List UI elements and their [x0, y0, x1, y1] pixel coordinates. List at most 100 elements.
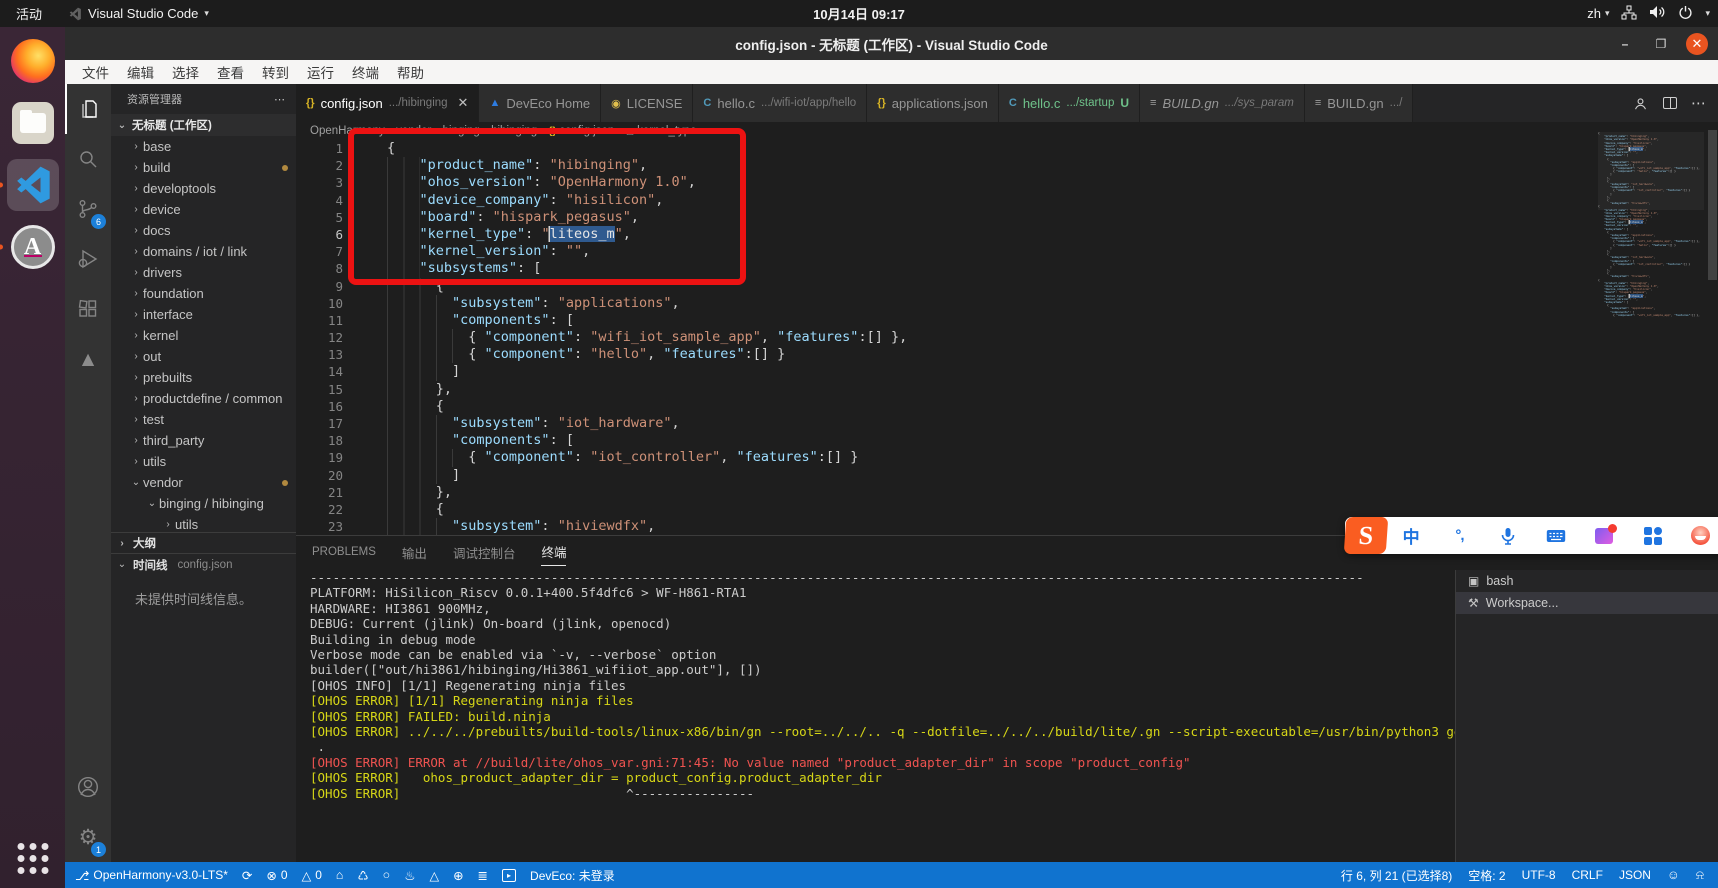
- status-notifications[interactable]: ⍾: [1696, 868, 1704, 883]
- menu-3[interactable]: 查看: [208, 60, 253, 84]
- editor[interactable]: OpenHarmony›vendor›binging›hibinging›{}c…: [296, 122, 1718, 535]
- tree-item-docs[interactable]: ›docs: [111, 220, 296, 241]
- panel-tab-problems[interactable]: PROBLEMS: [312, 540, 376, 562]
- status-language-mode[interactable]: JSON: [1619, 868, 1651, 882]
- minimize-button[interactable]: –: [1614, 33, 1636, 55]
- tree-item-kernel[interactable]: ›kernel: [111, 325, 296, 346]
- chinese-mode-button[interactable]: 中: [1387, 523, 1435, 548]
- menu-1[interactable]: 编辑: [118, 60, 163, 84]
- activity-run-debug[interactable]: [65, 234, 111, 284]
- status-warnings[interactable]: △0: [302, 868, 322, 883]
- tree-item-productdefine-common[interactable]: ›productdefine / common: [111, 388, 296, 409]
- activity-explorer[interactable]: [65, 84, 111, 134]
- dock-item-deveco-device-tool[interactable]: A: [7, 221, 59, 273]
- panel-tab-终端[interactable]: 终端: [541, 536, 566, 566]
- activity-settings[interactable]: ⚙1: [65, 812, 111, 862]
- status-run-box[interactable]: ▸: [502, 869, 516, 882]
- tree-item-test[interactable]: ›test: [111, 409, 296, 430]
- input-language-indicator[interactable]: zh▾: [1587, 6, 1609, 21]
- tree-item-device[interactable]: ›device: [111, 199, 296, 220]
- microphone-icon[interactable]: [1484, 527, 1532, 545]
- dock-item-files[interactable]: [7, 97, 59, 149]
- tree-item-drivers[interactable]: ›drivers: [111, 262, 296, 283]
- tree-item-build[interactable]: ›build: [111, 157, 296, 178]
- tree-item-developtools[interactable]: ›developtools: [111, 178, 296, 199]
- terminal-output[interactable]: ----------------------------------------…: [296, 570, 1455, 862]
- close-tab-icon[interactable]: ✕: [458, 95, 469, 111]
- status-hdc[interactable]: △: [429, 868, 439, 883]
- tree-item-binging-hibinging[interactable]: ⌄binging / hibinging: [111, 493, 296, 514]
- status-record[interactable]: ○: [383, 868, 391, 882]
- power-icon[interactable]: [1678, 5, 1693, 23]
- tree-item-out[interactable]: ›out: [111, 346, 296, 367]
- split-editor-icon[interactable]: [1663, 97, 1677, 109]
- more-actions-icon[interactable]: ⋯: [274, 93, 286, 106]
- terminal-session-workspace[interactable]: ⚒Workspace...: [1456, 592, 1718, 614]
- status-git-branch[interactable]: ⎇OpenHarmony-v3.0-LTS*: [75, 868, 228, 883]
- tree-item-base[interactable]: ›base: [111, 136, 296, 157]
- account-icon[interactable]: [1632, 95, 1649, 112]
- menu-7[interactable]: 帮助: [388, 60, 433, 84]
- tree-item-foundation[interactable]: ›foundation: [111, 283, 296, 304]
- tree-item-utils[interactable]: ›utils: [111, 514, 296, 532]
- tab-hello-c[interactable]: Chello.c.../startupU: [999, 84, 1140, 122]
- status-cursor-position[interactable]: 行 6, 列 21 (已选择8): [1341, 867, 1452, 884]
- app-menu-button[interactable]: Visual Studio Code ▾: [58, 6, 219, 21]
- volume-icon[interactable]: [1649, 5, 1666, 22]
- activity-account[interactable]: [65, 762, 111, 812]
- menu-6[interactable]: 终端: [343, 60, 388, 84]
- status-sync[interactable]: ⟳: [242, 868, 252, 883]
- sogou-logo[interactable]: S: [1344, 517, 1389, 554]
- activities-button[interactable]: 活动: [0, 4, 58, 23]
- clock[interactable]: 10月14日 09:17: [813, 4, 905, 23]
- keyboard-icon[interactable]: [1532, 529, 1580, 543]
- minimap[interactable]: {"product_name": "hibinging","ohos_versi…: [1598, 132, 1704, 317]
- activity-search[interactable]: [65, 134, 111, 184]
- status-tasks[interactable]: ≣: [478, 868, 488, 883]
- status-indentation[interactable]: 空格: 2: [1468, 867, 1505, 884]
- status-deveco-login[interactable]: DevEco: 未登录: [530, 867, 615, 884]
- status-home[interactable]: ⌂: [336, 868, 344, 882]
- tree-item-domains-iot-link[interactable]: ›domains / iot / link: [111, 241, 296, 262]
- tree-item-utils[interactable]: ›utils: [111, 451, 296, 472]
- tab-build-gn[interactable]: ≡BUILD.gn.../sys_param: [1140, 84, 1305, 122]
- skin-icon[interactable]: [1580, 528, 1628, 544]
- status-clean[interactable]: ♺: [357, 868, 368, 883]
- tab-license[interactable]: ◉LICENSE: [601, 84, 693, 122]
- tree-item-third-party[interactable]: ›third_party: [111, 430, 296, 451]
- network-icon[interactable]: [1621, 5, 1637, 23]
- tab-config-json[interactable]: {}config.json.../hibinging✕: [296, 84, 479, 122]
- activity-extensions[interactable]: [65, 284, 111, 334]
- status-errors[interactable]: ⊗0: [266, 868, 287, 883]
- more-actions-icon[interactable]: ⋯: [1691, 94, 1706, 112]
- apps-grid-icon[interactable]: [1628, 527, 1676, 545]
- tree-item-prebuilts[interactable]: ›prebuilts: [111, 367, 296, 388]
- tab-applications-json[interactable]: {}applications.json: [867, 84, 999, 122]
- menu-2[interactable]: 选择: [163, 60, 208, 84]
- show-applications-button[interactable]: [17, 843, 48, 874]
- tree-item-interface[interactable]: ›interface: [111, 304, 296, 325]
- menu-0[interactable]: 文件: [73, 60, 118, 84]
- activity-source-control[interactable]: 6: [65, 184, 111, 234]
- status-probe[interactable]: ⊕: [453, 868, 463, 883]
- panel-tab-输出[interactable]: 输出: [402, 537, 427, 566]
- editor-scrollbar[interactable]: [1708, 130, 1717, 280]
- activity-deveco[interactable]: ▲: [65, 334, 111, 384]
- outline-section-header[interactable]: › 大纲: [111, 532, 296, 553]
- tab-build-gn[interactable]: ≡BUILD.gn.../: [1305, 84, 1414, 122]
- chevron-down-icon[interactable]: ▾: [1705, 8, 1710, 19]
- tree-item-vendor[interactable]: ⌄vendor: [111, 472, 296, 493]
- emoji-icon[interactable]: [1677, 526, 1718, 545]
- status-feedback[interactable]: ☺: [1667, 868, 1680, 882]
- status-encoding[interactable]: UTF-8: [1522, 868, 1556, 882]
- tab-deveco-home[interactable]: ▲DevEco Home: [479, 84, 601, 122]
- menu-4[interactable]: 转到: [253, 60, 298, 84]
- tab-hello-c[interactable]: Chello.c.../wifi-iot/app/hello: [693, 84, 867, 122]
- menu-5[interactable]: 运行: [298, 60, 343, 84]
- close-button[interactable]: ✕: [1686, 33, 1708, 55]
- status-eol[interactable]: CRLF: [1572, 868, 1603, 882]
- restore-button[interactable]: ❐: [1650, 33, 1672, 55]
- titlebar[interactable]: config.json - 无标题 (工作区) - Visual Studio …: [65, 27, 1718, 60]
- timeline-section-header[interactable]: ⌄ 时间线 config.json: [111, 553, 296, 575]
- terminal-session-bash[interactable]: ▣bash: [1456, 570, 1718, 592]
